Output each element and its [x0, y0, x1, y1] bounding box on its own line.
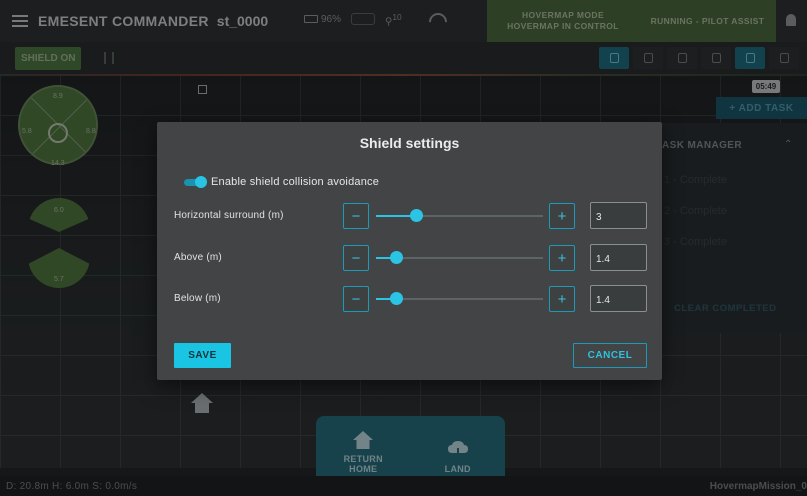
dialog-title: Shield settings	[359, 135, 460, 151]
shield-toggle[interactable]	[184, 176, 208, 188]
horizontal-slider[interactable]	[376, 209, 543, 222]
below-slider[interactable]	[376, 292, 543, 305]
row-label: Horizontal surround (m)	[174, 210, 284, 221]
above-value-input[interactable]: 1.4	[590, 244, 647, 271]
horizontal-value-input[interactable]: 3	[590, 202, 647, 229]
decrease-button[interactable]: −	[343, 245, 369, 271]
row-label: Below (m)	[174, 293, 221, 304]
setting-row-above: Above (m) − + 1.4	[157, 244, 662, 272]
decrease-button[interactable]: −	[343, 203, 369, 229]
increase-button[interactable]: +	[549, 203, 575, 229]
slider-thumb[interactable]	[390, 251, 404, 264]
setting-row-horizontal: Horizontal surround (m) − + 3	[157, 202, 662, 230]
slider-thumb[interactable]	[410, 209, 424, 222]
cancel-button[interactable]: CANCEL	[573, 343, 647, 368]
setting-row-below: Below (m) − + 1.4	[157, 285, 662, 313]
shield-toggle-label: Enable shield collision avoidance	[211, 176, 380, 188]
save-button[interactable]: SAVE	[174, 343, 231, 368]
row-label: Above (m)	[174, 252, 222, 263]
above-slider[interactable]	[376, 251, 543, 264]
increase-button[interactable]: +	[549, 286, 575, 312]
shield-settings-dialog: Shield settings Enable shield collision …	[157, 122, 662, 380]
below-value-input[interactable]: 1.4	[590, 285, 647, 312]
app-root: EMESENT COMMANDER st_0000 96% ⚲10 HOVERM…	[0, 0, 807, 496]
decrease-button[interactable]: −	[343, 286, 369, 312]
slider-thumb[interactable]	[390, 292, 404, 305]
increase-button[interactable]: +	[549, 245, 575, 271]
